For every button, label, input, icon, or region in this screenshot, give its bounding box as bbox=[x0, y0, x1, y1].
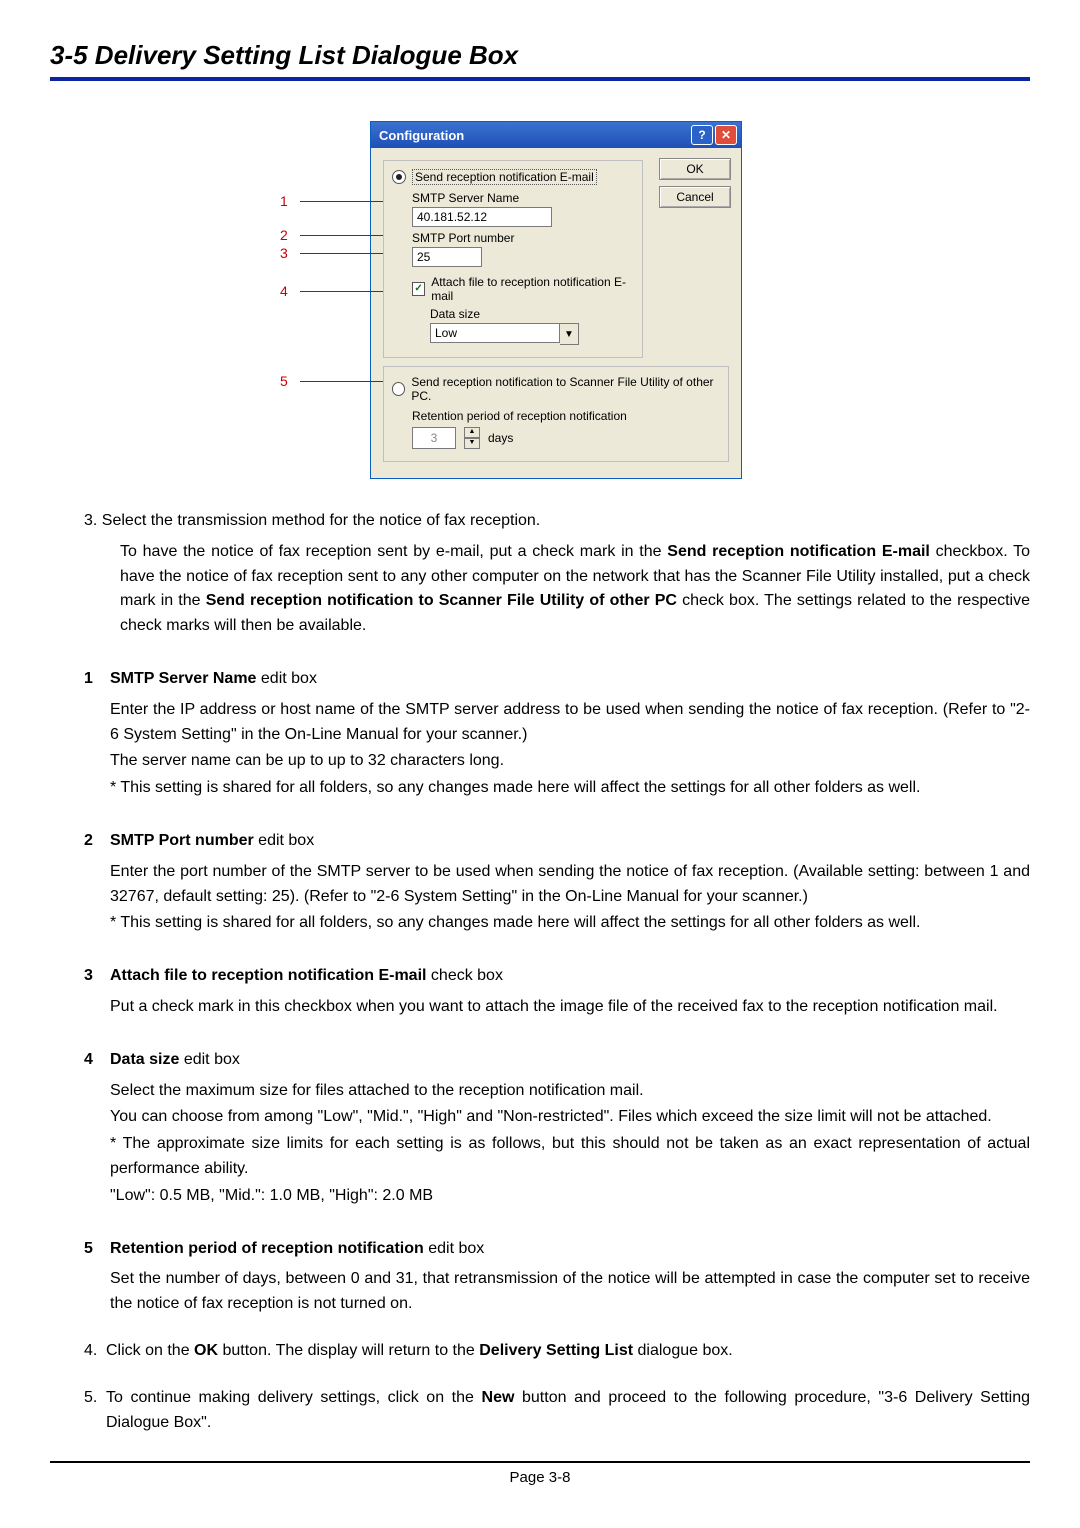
item-2-desc: * This setting is shared for all folders… bbox=[110, 911, 1030, 936]
callout-3: 3 bbox=[280, 245, 296, 261]
attach-file-checkbox[interactable] bbox=[412, 282, 425, 296]
item-3-desc: Put a check mark in this checkbox when y… bbox=[110, 995, 1030, 1020]
help-icon[interactable]: ? bbox=[691, 125, 713, 145]
smtp-server-label: SMTP Server Name bbox=[412, 191, 634, 205]
radio-other-pc[interactable] bbox=[392, 382, 405, 396]
cancel-button[interactable]: Cancel bbox=[659, 186, 731, 208]
callout-1: 1 bbox=[280, 193, 296, 209]
chevron-down-icon[interactable]: ▼ bbox=[560, 323, 579, 345]
radio-send-email-label: Send reception notification E-mail bbox=[412, 169, 597, 185]
radio-other-pc-label: Send reception notification to Scanner F… bbox=[411, 375, 720, 403]
item-4-desc: You can choose from among "Low", "Mid.",… bbox=[110, 1105, 1030, 1130]
other-pc-group: Send reception notification to Scanner F… bbox=[383, 366, 729, 462]
spin-up-icon[interactable]: ▲ bbox=[464, 427, 480, 438]
page-number: Page 3-8 bbox=[50, 1469, 1030, 1486]
retention-days-input[interactable] bbox=[412, 427, 456, 449]
dialog-screenshot: 1 2 3 4 5 Configuration ? ✕ OK Cancel bbox=[280, 121, 740, 479]
item-5-desc: Set the number of days, between 0 and 31… bbox=[110, 1267, 1030, 1317]
item-2: 2SMTP Port number edit box bbox=[84, 829, 1030, 854]
dialog-title: Configuration bbox=[379, 128, 464, 143]
step5: 5. To continue making delivery settings,… bbox=[84, 1386, 1030, 1436]
item-1-desc: The server name can be up to up to 32 ch… bbox=[110, 749, 1030, 774]
callout-5: 5 bbox=[280, 373, 296, 389]
section-title: 3-5 Delivery Setting List Dialogue Box bbox=[50, 40, 1030, 71]
item-4-desc: "Low": 0.5 MB, "Mid.": 1.0 MB, "High": 2… bbox=[110, 1184, 1030, 1209]
item-1-desc: Enter the IP address or host name of the… bbox=[110, 698, 1030, 748]
days-unit-label: days bbox=[488, 431, 513, 445]
attach-file-label: Attach file to reception notification E-… bbox=[431, 275, 634, 303]
spin-down-icon[interactable]: ▼ bbox=[464, 438, 480, 449]
data-size-label: Data size bbox=[430, 307, 634, 321]
item-1-desc: * This setting is shared for all folders… bbox=[110, 776, 1030, 801]
item-5: 5Retention period of reception notificat… bbox=[84, 1237, 1030, 1262]
ok-button[interactable]: OK bbox=[659, 158, 731, 180]
dialog-titlebar[interactable]: Configuration ? ✕ bbox=[371, 122, 741, 148]
smtp-server-input[interactable] bbox=[412, 207, 552, 227]
item-3: 3Attach file to reception notification E… bbox=[84, 964, 1030, 989]
item-1: 1SMTP Server Name edit box bbox=[84, 667, 1030, 692]
step3-lead: 3. Select the transmission method for th… bbox=[84, 509, 1030, 534]
data-size-select[interactable]: Low bbox=[430, 323, 560, 343]
close-icon[interactable]: ✕ bbox=[715, 125, 737, 145]
item-4-desc: * The approximate size limits for each s… bbox=[110, 1132, 1030, 1182]
title-rule bbox=[50, 77, 1030, 81]
footer-rule bbox=[50, 1461, 1030, 1463]
configuration-dialog: Configuration ? ✕ OK Cancel Send recepti… bbox=[370, 121, 742, 479]
step3-detail: To have the notice of fax reception sent… bbox=[120, 540, 1030, 639]
retention-label: Retention period of reception notificati… bbox=[412, 409, 720, 423]
callout-2: 2 bbox=[280, 227, 296, 243]
item-2-desc: Enter the port number of the SMTP server… bbox=[110, 860, 1030, 910]
item-4-desc: Select the maximum size for files attach… bbox=[110, 1079, 1030, 1104]
step4: 4. Click on the OK button. The display w… bbox=[84, 1339, 1030, 1364]
email-group: Send reception notification E-mail SMTP … bbox=[383, 160, 643, 358]
smtp-port-input[interactable] bbox=[412, 247, 482, 267]
smtp-port-label: SMTP Port number bbox=[412, 231, 634, 245]
callout-4: 4 bbox=[280, 283, 296, 299]
radio-send-email[interactable] bbox=[392, 170, 406, 184]
item-4: 4Data size edit box bbox=[84, 1048, 1030, 1073]
